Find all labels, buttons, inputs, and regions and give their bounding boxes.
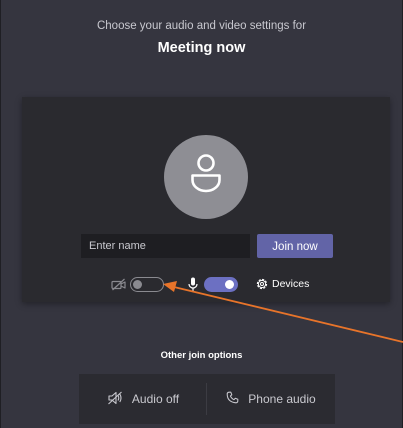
audio-off-label: Audio off xyxy=(131,392,180,406)
avatar xyxy=(164,135,248,219)
camera-off-icon xyxy=(111,278,127,296)
phone-audio-label: Phone audio xyxy=(248,392,316,406)
microphone-toggle-knob xyxy=(225,280,234,289)
settings-subtitle: Choose your audio and video settings for xyxy=(96,20,307,32)
person-icon xyxy=(191,154,221,193)
speaker-off-icon xyxy=(107,391,132,408)
meeting-title: Meeting now xyxy=(157,40,246,56)
devices-button[interactable]: Devices xyxy=(272,278,309,290)
other-join-options-heading: Other join options xyxy=(160,350,243,361)
microphone-icon xyxy=(188,277,198,297)
microphone-toggle[interactable] xyxy=(204,277,238,292)
phone-audio-button[interactable]: Phone audio xyxy=(207,374,335,424)
phone-icon xyxy=(226,391,248,407)
join-now-button[interactable]: Join now xyxy=(257,234,333,258)
gear-icon[interactable] xyxy=(255,277,269,296)
camera-toggle[interactable] xyxy=(130,277,164,292)
name-input[interactable] xyxy=(81,234,250,258)
camera-toggle-knob xyxy=(133,280,142,289)
audio-off-button[interactable]: Audio off xyxy=(79,374,207,424)
